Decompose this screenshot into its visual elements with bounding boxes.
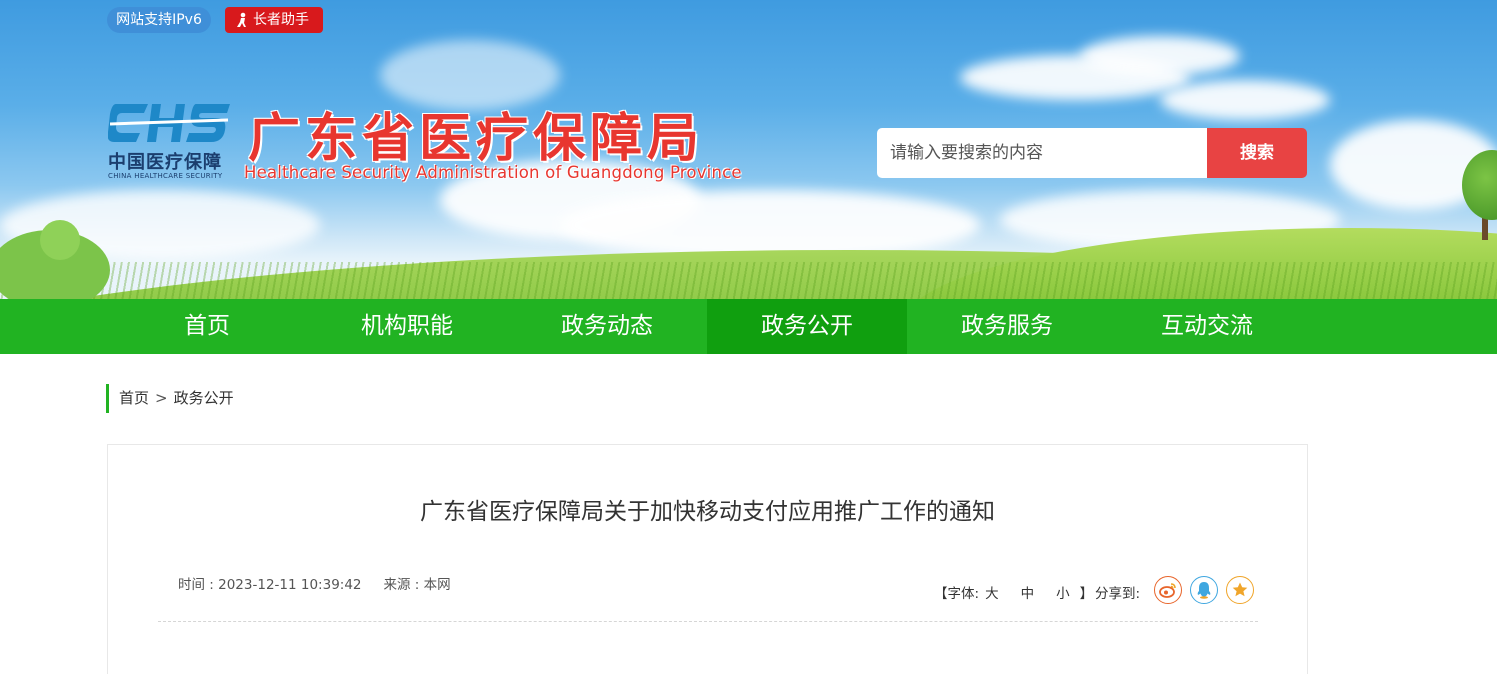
elder-icon bbox=[237, 12, 246, 27]
nav-item-disclosure[interactable]: 政务公开 bbox=[707, 299, 907, 354]
weibo-share-button[interactable] bbox=[1154, 576, 1182, 604]
article-title: 广东省医疗保障局关于加快移动支付应用推广工作的通知 bbox=[420, 499, 995, 525]
elder-assistant-label: 长者助手 bbox=[253, 12, 309, 28]
breadcrumb-separator: > bbox=[155, 389, 168, 407]
favorite-share-button[interactable] bbox=[1226, 576, 1254, 604]
share-label: 分享到: bbox=[1095, 586, 1141, 602]
site-subtitle: Healthcare Security Administration of Gu… bbox=[244, 163, 742, 182]
article-time: 时间 : 2023-12-11 10:39:42 bbox=[178, 577, 362, 593]
search-button[interactable]: 搜索 bbox=[1207, 128, 1307, 178]
site-title: 广东省医疗保障局 bbox=[248, 108, 705, 169]
breadcrumb-current[interactable]: 政务公开 bbox=[174, 389, 234, 407]
font-size-open: 【字体: bbox=[934, 586, 980, 602]
favorite-icon bbox=[1232, 582, 1248, 597]
logo-en-text: CHINA HEALTHCARE SECURITY bbox=[108, 172, 223, 180]
ipv6-badge[interactable]: 网站支持IPv6 bbox=[107, 7, 211, 33]
article-meta: 时间 : 2023-12-11 10:39:42 来源 : 本网 bbox=[178, 573, 451, 593]
weibo-icon bbox=[1159, 583, 1176, 598]
font-size-large[interactable]: 大 bbox=[985, 586, 999, 602]
font-size-close: 】 bbox=[1079, 586, 1094, 602]
breadcrumb: 首页 > 政务公开 bbox=[106, 384, 234, 413]
logo-cn-text: 中国医疗保障 bbox=[108, 152, 222, 173]
nav-item-interaction[interactable]: 互动交流 bbox=[1107, 299, 1307, 354]
cloud-decoration bbox=[1160, 80, 1330, 120]
nav-item-home[interactable]: 首页 bbox=[107, 299, 307, 354]
main-nav: 首页 机构职能 政务动态 政务公开 政务服务 互动交流 bbox=[0, 299, 1497, 354]
grass-texture bbox=[0, 262, 1497, 299]
qq-icon bbox=[1197, 582, 1211, 599]
chs-logo-icon[interactable] bbox=[108, 100, 232, 146]
search-input[interactable] bbox=[877, 128, 1208, 178]
elder-assistant-button[interactable]: 长者助手 bbox=[225, 7, 323, 33]
font-size-control: 【字体: 大 中 小】 bbox=[934, 582, 1093, 602]
font-size-small[interactable]: 小 bbox=[1056, 586, 1070, 602]
bush-decoration bbox=[40, 220, 80, 260]
nav-item-news[interactable]: 政务动态 bbox=[507, 299, 707, 354]
qq-share-button[interactable] bbox=[1190, 576, 1218, 604]
nav-item-services[interactable]: 政务服务 bbox=[907, 299, 1107, 354]
font-size-medium[interactable]: 中 bbox=[1021, 586, 1035, 602]
breadcrumb-home[interactable]: 首页 bbox=[119, 389, 149, 407]
article-source: 来源 : 本网 bbox=[383, 577, 451, 593]
article-panel bbox=[107, 444, 1308, 674]
meta-divider bbox=[158, 621, 1258, 622]
cloud-decoration bbox=[1080, 36, 1240, 76]
nav-item-functions[interactable]: 机构职能 bbox=[307, 299, 507, 354]
